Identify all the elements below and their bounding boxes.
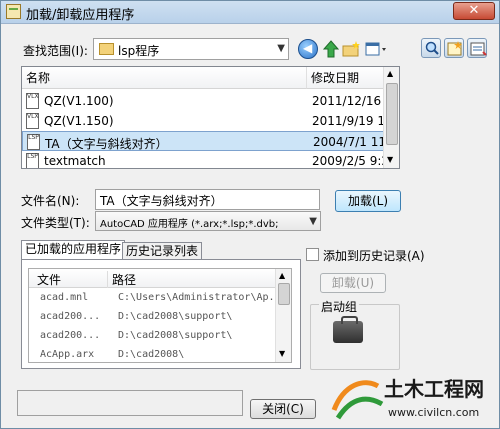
svg-text:土木工程网: 土木工程网 <box>384 377 484 401</box>
scroll-thumb[interactable] <box>386 83 398 145</box>
look-in-label: 查找范围(I): <box>23 44 88 58</box>
title-bar[interactable]: 加载/卸载应用程序 ✕ <box>1 1 499 24</box>
file-list-scrollbar[interactable]: ▲ ▼ <box>383 67 399 168</box>
file-type-select[interactable]: AutoCAD 应用程序 (*.arx;*.lsp;*.dvb; ▼ <box>95 211 321 231</box>
loaded-path: D:\cad2008\support\ <box>118 330 233 341</box>
lsp-file-icon: LSP <box>27 134 40 150</box>
unload-button[interactable]: 卸载(U) <box>320 273 386 293</box>
up-folder-icon[interactable] <box>321 39 341 59</box>
loaded-path: D:\cad2008\ <box>118 349 185 360</box>
loaded-path: C:\Users\Administrator\Ap... <box>118 292 287 303</box>
loaded-path: D:\cad2008\support\ <box>118 311 233 322</box>
folder-icon <box>99 43 114 55</box>
vlx-file-icon: VLX <box>26 113 39 129</box>
file-type-label: 文件类型(T): <box>21 216 90 230</box>
file-name-input[interactable]: TA（文字与斜线对齐） <box>95 189 320 210</box>
scroll-down-icon[interactable]: ▼ <box>279 349 285 358</box>
file-row[interactable]: VLX QZ(V1.150) 2011/9/19 11:0 <box>22 111 399 131</box>
file-row-selected[interactable]: LSP TA（文字与斜线对齐） 2004/7/1 11:47 <box>22 131 399 151</box>
window-close-button[interactable]: ✕ <box>453 2 495 20</box>
loaded-file: acad200... <box>40 311 101 322</box>
column-header-file[interactable]: 文件 <box>37 271 61 288</box>
civilcn-logo-icon: 土木工程网 www.civilcn.com <box>331 377 484 420</box>
loaded-row[interactable]: acad200... D:\cad2008\support\ <box>29 307 274 326</box>
favorites-icon[interactable] <box>444 38 464 58</box>
back-icon[interactable]: ◀ <box>298 39 318 59</box>
vlx-file-icon: VLX <box>26 93 39 109</box>
chevron-down-icon: ▼ <box>277 43 285 54</box>
file-name: TA（文字与斜线对齐） <box>45 137 168 151</box>
scroll-up-icon[interactable]: ▲ <box>387 69 393 78</box>
loaded-applications-panel: 文件 路径 acad.mnl C:\Users\Administrator\Ap… <box>21 259 301 369</box>
file-name-label: 文件名(N): <box>21 194 80 208</box>
search-icon[interactable] <box>421 38 441 58</box>
lsp-file-icon: LSP <box>26 153 39 168</box>
file-name: QZ(V1.100) <box>44 94 114 108</box>
file-name-value: TA（文字与斜线对齐） <box>100 194 223 208</box>
chevron-down-icon: ▼ <box>309 216 317 227</box>
add-to-history-checkbox[interactable] <box>306 248 319 261</box>
scroll-up-icon[interactable]: ▲ <box>279 271 285 280</box>
watermark-logo: 土木工程网 www.civilcn.com <box>326 366 499 428</box>
views-menu-icon[interactable] <box>364 39 388 59</box>
loaded-row[interactable]: acad200... D:\cad2008\support\ <box>29 326 274 345</box>
loaded-list-scrollbar[interactable]: ▲ ▼ <box>275 269 291 362</box>
file-row[interactable]: VLX QZ(V1.100) 2011/12/16 16:2 <box>22 91 399 111</box>
briefcase-icon[interactable] <box>333 321 363 343</box>
scroll-down-icon[interactable]: ▼ <box>387 155 393 164</box>
look-in-value: lsp程序 <box>118 44 160 58</box>
file-name: textmatch <box>44 154 106 168</box>
load-unload-applications-dialog: 加载/卸载应用程序 ✕ 查找范围(I): lsp程序 ▼ ◀ 名称 修改日期 V… <box>0 0 500 429</box>
column-header-name[interactable]: 名称 <box>22 67 307 89</box>
tab-loaded-applications[interactable]: 已加载的应用程序 <box>21 240 126 260</box>
loaded-list-header: 文件 路径 <box>29 269 275 288</box>
file-type-value: AutoCAD 应用程序 (*.arx;*.lsp;*.dvb; <box>100 219 279 230</box>
scroll-thumb[interactable] <box>278 283 290 305</box>
tab-history-list[interactable]: 历史记录列表 <box>122 242 203 260</box>
loaded-row[interactable]: acad.mnl C:\Users\Administrator\Ap... <box>29 288 287 307</box>
file-name: QZ(V1.150) <box>44 114 114 128</box>
loaded-applications-list[interactable]: 文件 路径 acad.mnl C:\Users\Administrator\Ap… <box>28 268 292 363</box>
column-header-path[interactable]: 路径 <box>107 271 136 288</box>
file-list[interactable]: 名称 修改日期 VLX QZ(V1.100) 2011/12/16 16:2 V… <box>21 66 400 169</box>
briefcase-handle <box>341 316 358 324</box>
add-to-history-label: 添加到历史记录(A) <box>323 249 425 263</box>
look-in-combo[interactable]: lsp程序 ▼ <box>93 38 289 60</box>
status-box <box>17 390 243 416</box>
startup-group-label: 启动组 <box>319 298 360 315</box>
loaded-row[interactable]: AcApp.arx D:\cad2008\ <box>29 345 274 362</box>
load-button[interactable]: 加载(L) <box>335 190 401 212</box>
column-header-date[interactable]: 修改日期 <box>307 67 387 89</box>
close-button[interactable]: 关闭(C) <box>250 399 316 419</box>
loaded-file: acad200... <box>40 330 101 341</box>
new-folder-icon[interactable] <box>341 39 361 59</box>
svg-text:www.civilcn.com: www.civilcn.com <box>388 406 479 419</box>
window-title: 加载/卸载应用程序 <box>26 8 135 23</box>
file-row[interactable]: LSP textmatch 2009/2/5 9:25 <box>22 151 397 168</box>
app-icon <box>6 4 21 19</box>
options-icon[interactable] <box>467 38 487 58</box>
loaded-file: AcApp.arx <box>40 349 95 360</box>
loaded-file: acad.mnl <box>40 292 89 303</box>
